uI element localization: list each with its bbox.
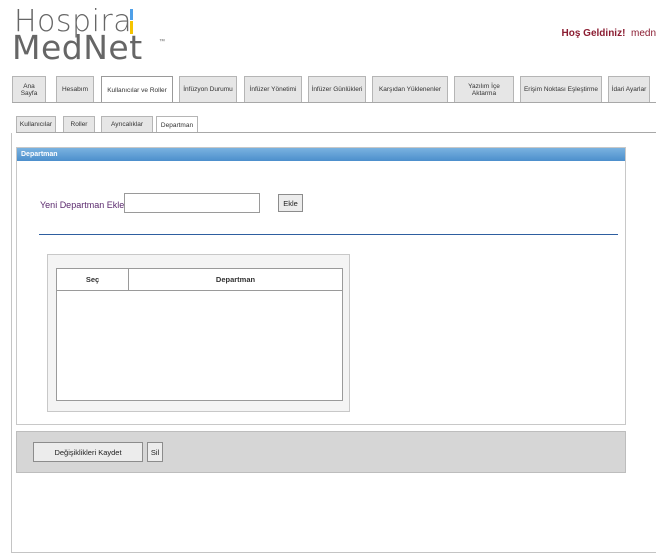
tab-access-point-mapping[interactable]: Erişim Noktası Eşleştirme <box>520 76 602 102</box>
tab-downloads[interactable]: Karşıdan Yüklenenler <box>372 76 448 102</box>
content-frame-bottom-edge <box>11 552 656 553</box>
add-department-button[interactable]: Ekle <box>278 194 303 212</box>
hospira-mednet-logo: Hospira MedNet ™ <box>12 4 182 74</box>
tab-admin-settings[interactable]: İdari Ayarlar <box>608 76 650 102</box>
sub-tab-bar: Kullanıcılar Roller Ayrıcalıklar Departm… <box>16 116 656 133</box>
logo-trademark: ™ <box>159 39 165 45</box>
panel-title: Departman <box>17 148 625 161</box>
column-header-select[interactable]: Seç <box>57 269 129 290</box>
tab-infuser-logs[interactable]: İnfüzer Günlükleri <box>308 76 366 102</box>
main-tab-bar: Ana Sayfa Hesabım Kullanıcılar ve Roller… <box>12 76 656 103</box>
main-tab-divider <box>12 102 656 103</box>
save-changes-button[interactable]: Değişiklikleri Kaydet <box>33 442 143 462</box>
welcome-label: Hoş Geldiniz! <box>561 28 626 39</box>
subtab-department[interactable]: Departman <box>156 116 198 133</box>
department-name-input[interactable] <box>124 193 260 213</box>
tab-users-and-roles[interactable]: Kullanıcılar ve Roller <box>101 76 173 103</box>
content-frame-left-edge <box>11 133 12 553</box>
department-table: Seç Departman <box>56 268 343 401</box>
tab-my-account[interactable]: Hesabım <box>56 76 94 102</box>
tab-software-import[interactable]: Yazılım İçe Aktarma <box>454 76 514 102</box>
sub-tab-divider <box>16 132 656 133</box>
department-table-frame: Seç Departman <box>47 254 350 412</box>
table-header-row: Seç Departman <box>57 269 342 291</box>
username: medn <box>630 28 656 39</box>
tab-home[interactable]: Ana Sayfa <box>12 76 46 102</box>
tab-infuser-management[interactable]: İnfüzer Yönetimi <box>244 76 302 102</box>
tab-infusion-status[interactable]: İnfüzyon Durumu <box>179 76 237 102</box>
column-header-department[interactable]: Departman <box>129 269 342 290</box>
page: Hospira MedNet ™ Hoş Geldiniz! medn Ana … <box>0 0 656 560</box>
welcome-message: Hoş Geldiniz! medn <box>562 28 656 39</box>
department-panel: Departman Yeni Departman Ekle Ekle Seç D… <box>16 147 626 425</box>
logo-text-mednet: MedNet <box>12 28 143 67</box>
subtab-users[interactable]: Kullanıcılar <box>16 116 56 132</box>
section-divider <box>39 234 618 235</box>
delete-button[interactable]: Sil <box>147 442 163 462</box>
add-department-label: Yeni Departman Ekle <box>40 200 125 210</box>
action-bar: Değişiklikleri Kaydet Sil <box>16 431 626 473</box>
header: Hospira MedNet ™ Hoş Geldiniz! medn <box>0 0 656 76</box>
subtab-roles[interactable]: Roller <box>63 116 95 132</box>
subtab-privileges[interactable]: Ayrıcalıklar <box>101 116 153 132</box>
